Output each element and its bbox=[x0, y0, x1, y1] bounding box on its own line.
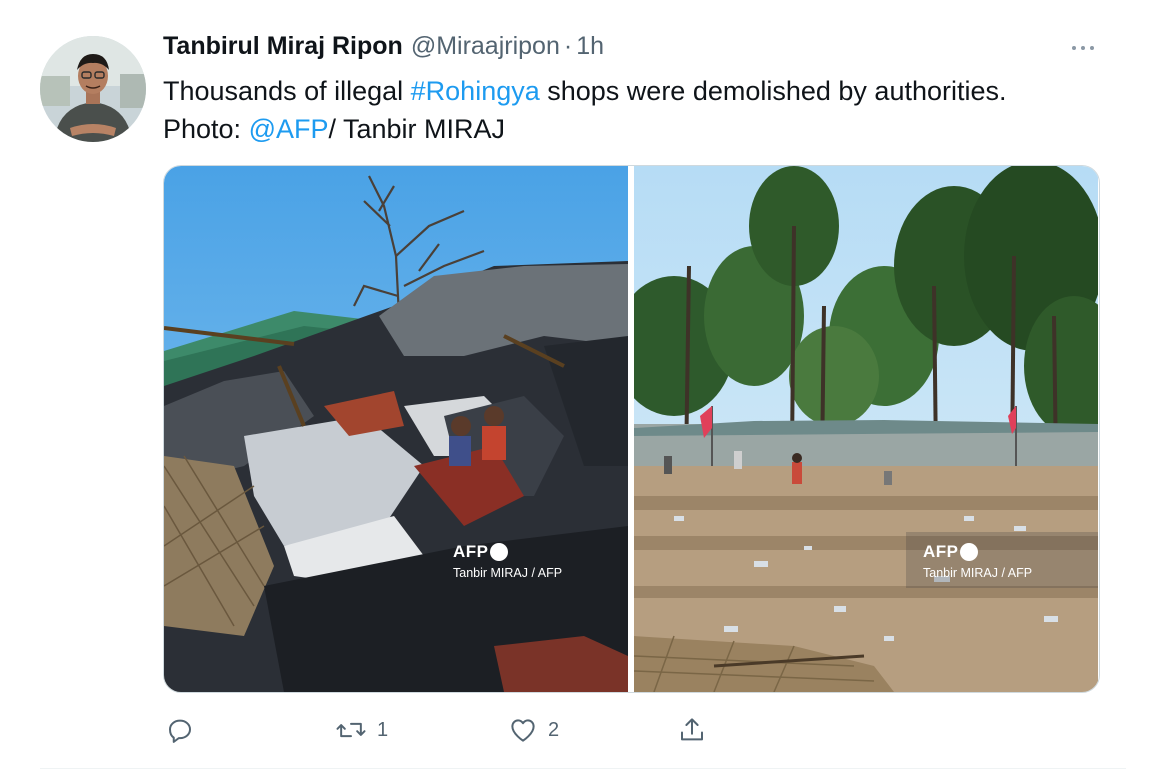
photo-demolished-shelters[interactable]: AFP Tanbir MIRAJ / AFP bbox=[164, 166, 628, 692]
mention-link[interactable]: @AFP bbox=[249, 114, 329, 144]
share-icon bbox=[681, 718, 703, 741]
retweet-count: 1 bbox=[377, 718, 389, 741]
retweet-icon bbox=[336, 722, 366, 738]
tweet-line-1: Thousands of illegal #Rohingya shops wer… bbox=[163, 72, 1123, 110]
avatar[interactable] bbox=[40, 36, 146, 142]
tweet-card[interactable]: Tanbirul Miraj Ripon @Miraajripon · 1h T… bbox=[0, 0, 1166, 772]
reply-button[interactable] bbox=[165, 715, 205, 745]
tweet-text-part: Thousands of illegal bbox=[163, 76, 411, 106]
afp-dot-icon bbox=[960, 543, 978, 561]
divider bbox=[40, 768, 1126, 769]
retweet-button[interactable]: 1 bbox=[335, 715, 388, 745]
share-button[interactable] bbox=[677, 715, 717, 745]
tweet-text: Thousands of illegal #Rohingya shops wer… bbox=[163, 72, 1123, 148]
tweet-text-part: / Tanbir MIRAJ bbox=[328, 114, 506, 144]
author-name[interactable]: Tanbirul Miraj Ripon bbox=[163, 32, 403, 61]
afp-logo: AFP bbox=[923, 542, 959, 561]
tweet-line-2: Photo: @AFP/ Tanbir MIRAJ bbox=[163, 110, 1123, 148]
tweet-text-part: shops were demolished by authorities. bbox=[539, 76, 1007, 106]
photo-credit: Tanbir MIRAJ / AFP bbox=[453, 566, 563, 580]
tweet-header: Tanbirul Miraj Ripon @Miraajripon · 1h bbox=[163, 32, 604, 64]
separator-dot: · bbox=[563, 32, 573, 60]
like-count: 2 bbox=[548, 718, 560, 741]
heart-icon bbox=[511, 719, 535, 742]
more-options-button[interactable] bbox=[1066, 36, 1100, 60]
photo-cleared-site[interactable]: AFP Tanbir MIRAJ / AFP bbox=[634, 166, 1098, 692]
tweet-text-part: Photo: bbox=[163, 114, 249, 144]
timestamp[interactable]: 1h bbox=[576, 32, 604, 61]
more-icon bbox=[1072, 46, 1094, 50]
afp-logo: AFP bbox=[453, 542, 489, 561]
afp-dot-icon bbox=[490, 543, 508, 561]
hashtag-link[interactable]: #Rohingya bbox=[411, 76, 540, 106]
photo-credit: Tanbir MIRAJ / AFP bbox=[923, 566, 1033, 580]
reply-icon bbox=[169, 719, 191, 743]
media-grid: AFP Tanbir MIRAJ / AFP AFP Tanbir MIRAJ … bbox=[163, 165, 1100, 693]
like-button[interactable]: 2 bbox=[508, 715, 559, 745]
author-handle[interactable]: @Miraajripon bbox=[411, 32, 560, 61]
